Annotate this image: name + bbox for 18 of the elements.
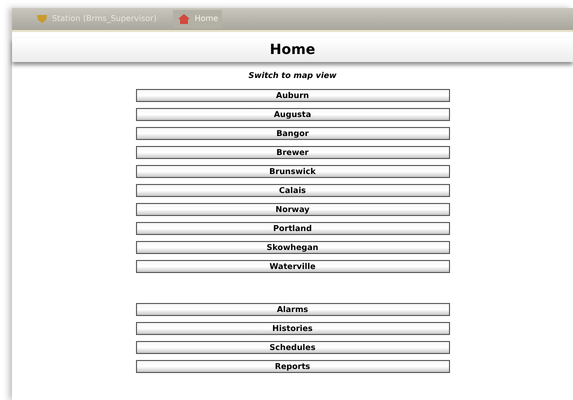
nav-button[interactable]: Histories: [136, 322, 450, 335]
nav-button[interactable]: Augusta: [136, 108, 450, 121]
nav-button[interactable]: Calais: [136, 184, 450, 197]
nav-button[interactable]: Reports: [136, 360, 450, 373]
house-icon: [176, 13, 191, 25]
nav-button[interactable]: Waterville: [136, 260, 450, 273]
nav-button[interactable]: Bangor: [136, 127, 450, 140]
shield-icon: [36, 14, 48, 24]
nav-button[interactable]: Norway: [136, 203, 450, 216]
map-view-link[interactable]: Switch to map view: [248, 70, 337, 82]
nav-button[interactable]: Brewer: [136, 146, 450, 159]
nav-button[interactable]: Skowhegan: [136, 241, 450, 254]
nav-button[interactable]: Alarms: [136, 303, 450, 316]
page-title: Home: [12, 38, 573, 62]
nav-button[interactable]: Schedules: [136, 341, 450, 354]
nav-button[interactable]: Brunswick: [136, 165, 450, 178]
nav-button[interactable]: Auburn: [136, 89, 450, 102]
nav-button[interactable]: Portland: [136, 222, 450, 235]
